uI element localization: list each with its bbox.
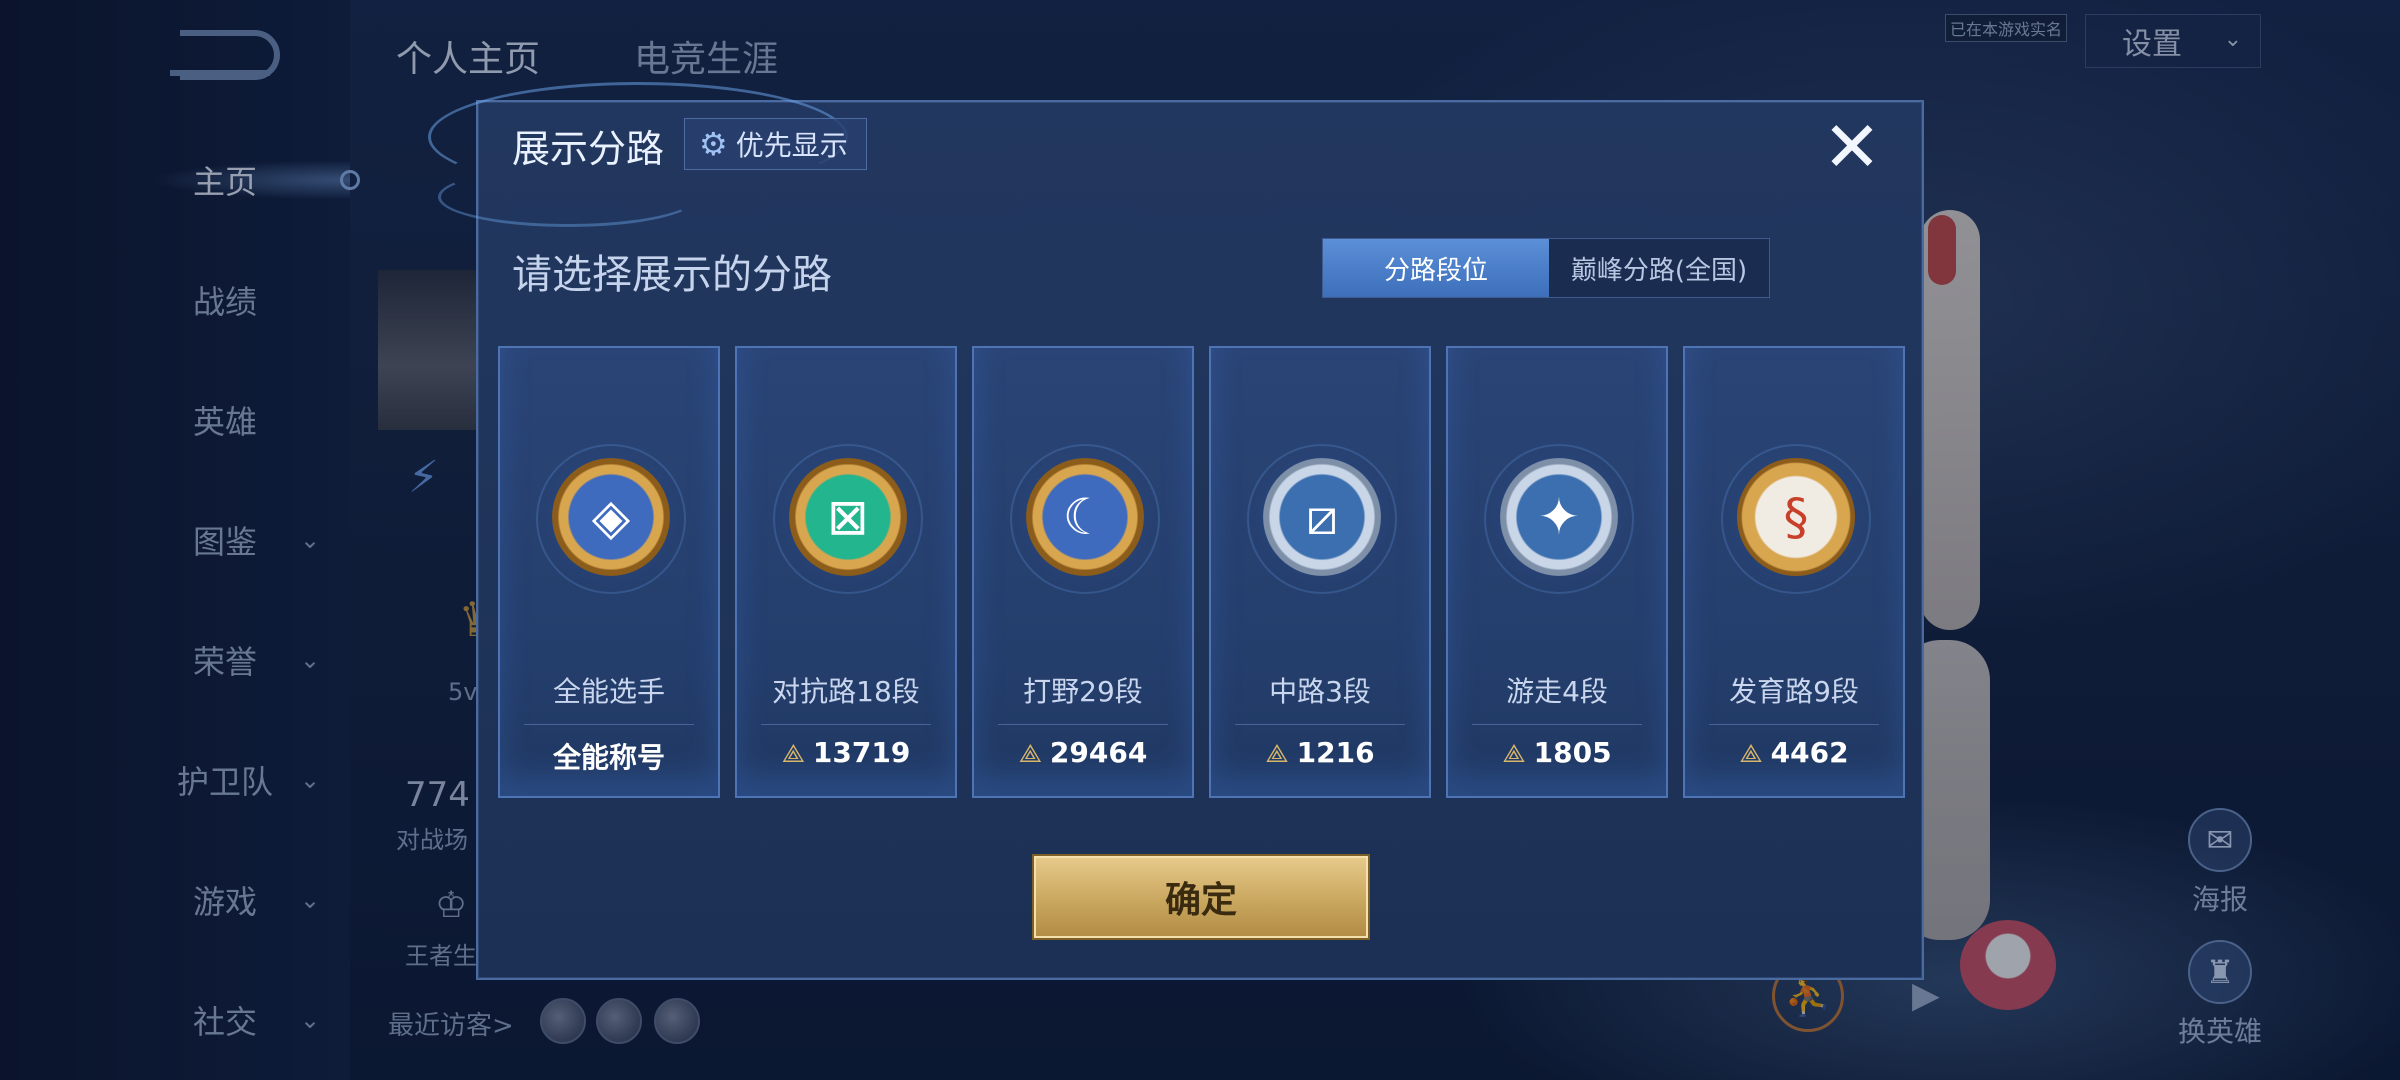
lane-card-all-round[interactable]: ◈ 全能选手 全能称号 (498, 346, 720, 798)
lane-card-name: 中路3段 (1269, 675, 1371, 708)
priority-display-button[interactable]: ⚙ 优先显示 (684, 118, 867, 170)
lane-card-divider (1709, 724, 1879, 725)
lane-card-jungle[interactable]: ☾ 打野29段 ⟁ 29464 (972, 346, 1194, 798)
lane-card-name: 全能选手 (552, 675, 665, 708)
lane-card-name: 打野29段 (1023, 675, 1143, 708)
lane-card-score-value: 29464 (1049, 736, 1148, 769)
lane-card-score: ⟁ 1805 (1448, 736, 1666, 770)
segment-peak-lane[interactable]: 巅峰分路(全国) (1549, 239, 1769, 297)
gear-icon: ⚙ (699, 125, 728, 163)
lane-mode-segmented-control: 分路段位 巅峰分路(全国) (1322, 238, 1770, 298)
confirm-button[interactable]: 确定 (1034, 856, 1368, 938)
lane-card-score-value: 1805 (1533, 736, 1612, 769)
dialog-subtitle: 请选择展示的分路 (512, 252, 832, 298)
lane-card-divider (761, 724, 931, 725)
lane-card-name: 发育路9段 (1729, 675, 1859, 708)
lane-card-score: ⟁ 1216 (1211, 736, 1429, 770)
lane-card-score-value: 13719 (812, 736, 911, 769)
lane-card-divider (524, 724, 694, 725)
lane-card-name: 对抗路18段 (772, 675, 920, 708)
lane-card-divider (1472, 724, 1642, 725)
close-button[interactable]: ✕ (1816, 112, 1888, 184)
roam-badge-icon: ✦ (1500, 458, 1618, 576)
lane-card-roam[interactable]: ✦ 游走4段 ⟁ 1805 (1446, 346, 1668, 798)
lane-card-score-value: 4462 (1770, 736, 1849, 769)
lane-card-farm-lane[interactable]: § 发育路9段 ⟁ 4462 (1683, 346, 1905, 798)
lane-card-divider (998, 724, 1168, 725)
lane-card-score-value: 全能称号 (552, 741, 665, 774)
lane-card-clash-lane[interactable]: ⊠ 对抗路18段 ⟁ 13719 (735, 346, 957, 798)
dialog-title: 展示分路 (512, 127, 665, 171)
points-icon: ⟁ (1265, 739, 1289, 769)
priority-display-label: 优先显示 (735, 129, 848, 162)
clash-lane-badge-icon: ⊠ (789, 458, 907, 576)
points-icon: ⟁ (1739, 739, 1763, 769)
lane-card-score: 全能称号 (500, 736, 718, 776)
farm-lane-badge-icon: § (1737, 458, 1855, 576)
points-icon: ⟁ (1018, 739, 1042, 769)
header-swirl-decoration (438, 167, 698, 227)
close-icon: ✕ (1822, 106, 1882, 188)
all-round-badge-icon: ◈ (552, 458, 670, 576)
segment-lane-rank[interactable]: 分路段位 (1323, 239, 1549, 297)
lane-card-score: ⟁ 29464 (974, 736, 1192, 770)
lane-card-score: ⟁ 4462 (1685, 736, 1903, 770)
lane-card-name: 游走4段 (1506, 675, 1608, 708)
points-icon: ⟁ (1502, 739, 1526, 769)
points-icon: ⟁ (781, 739, 805, 769)
lane-card-list: ◈ 全能选手 全能称号 ⊠ 对抗路18段 ⟁ 13719 ☾ 打野29段 ⟁ 294… (498, 346, 1905, 800)
mid-lane-badge-icon: ⧄ (1263, 458, 1381, 576)
jungle-badge-icon: ☾ (1026, 458, 1144, 576)
lane-card-divider (1235, 724, 1405, 725)
lane-card-score: ⟁ 13719 (737, 736, 955, 770)
lane-display-dialog: 展示分路 ⚙ 优先显示 ✕ 请选择展示的分路 分路段位 巅峰分路(全国) ◈ 全… (428, 82, 1924, 980)
lane-card-mid-lane[interactable]: ⧄ 中路3段 ⟁ 1216 (1209, 346, 1431, 798)
lane-card-score-value: 1216 (1296, 736, 1375, 769)
